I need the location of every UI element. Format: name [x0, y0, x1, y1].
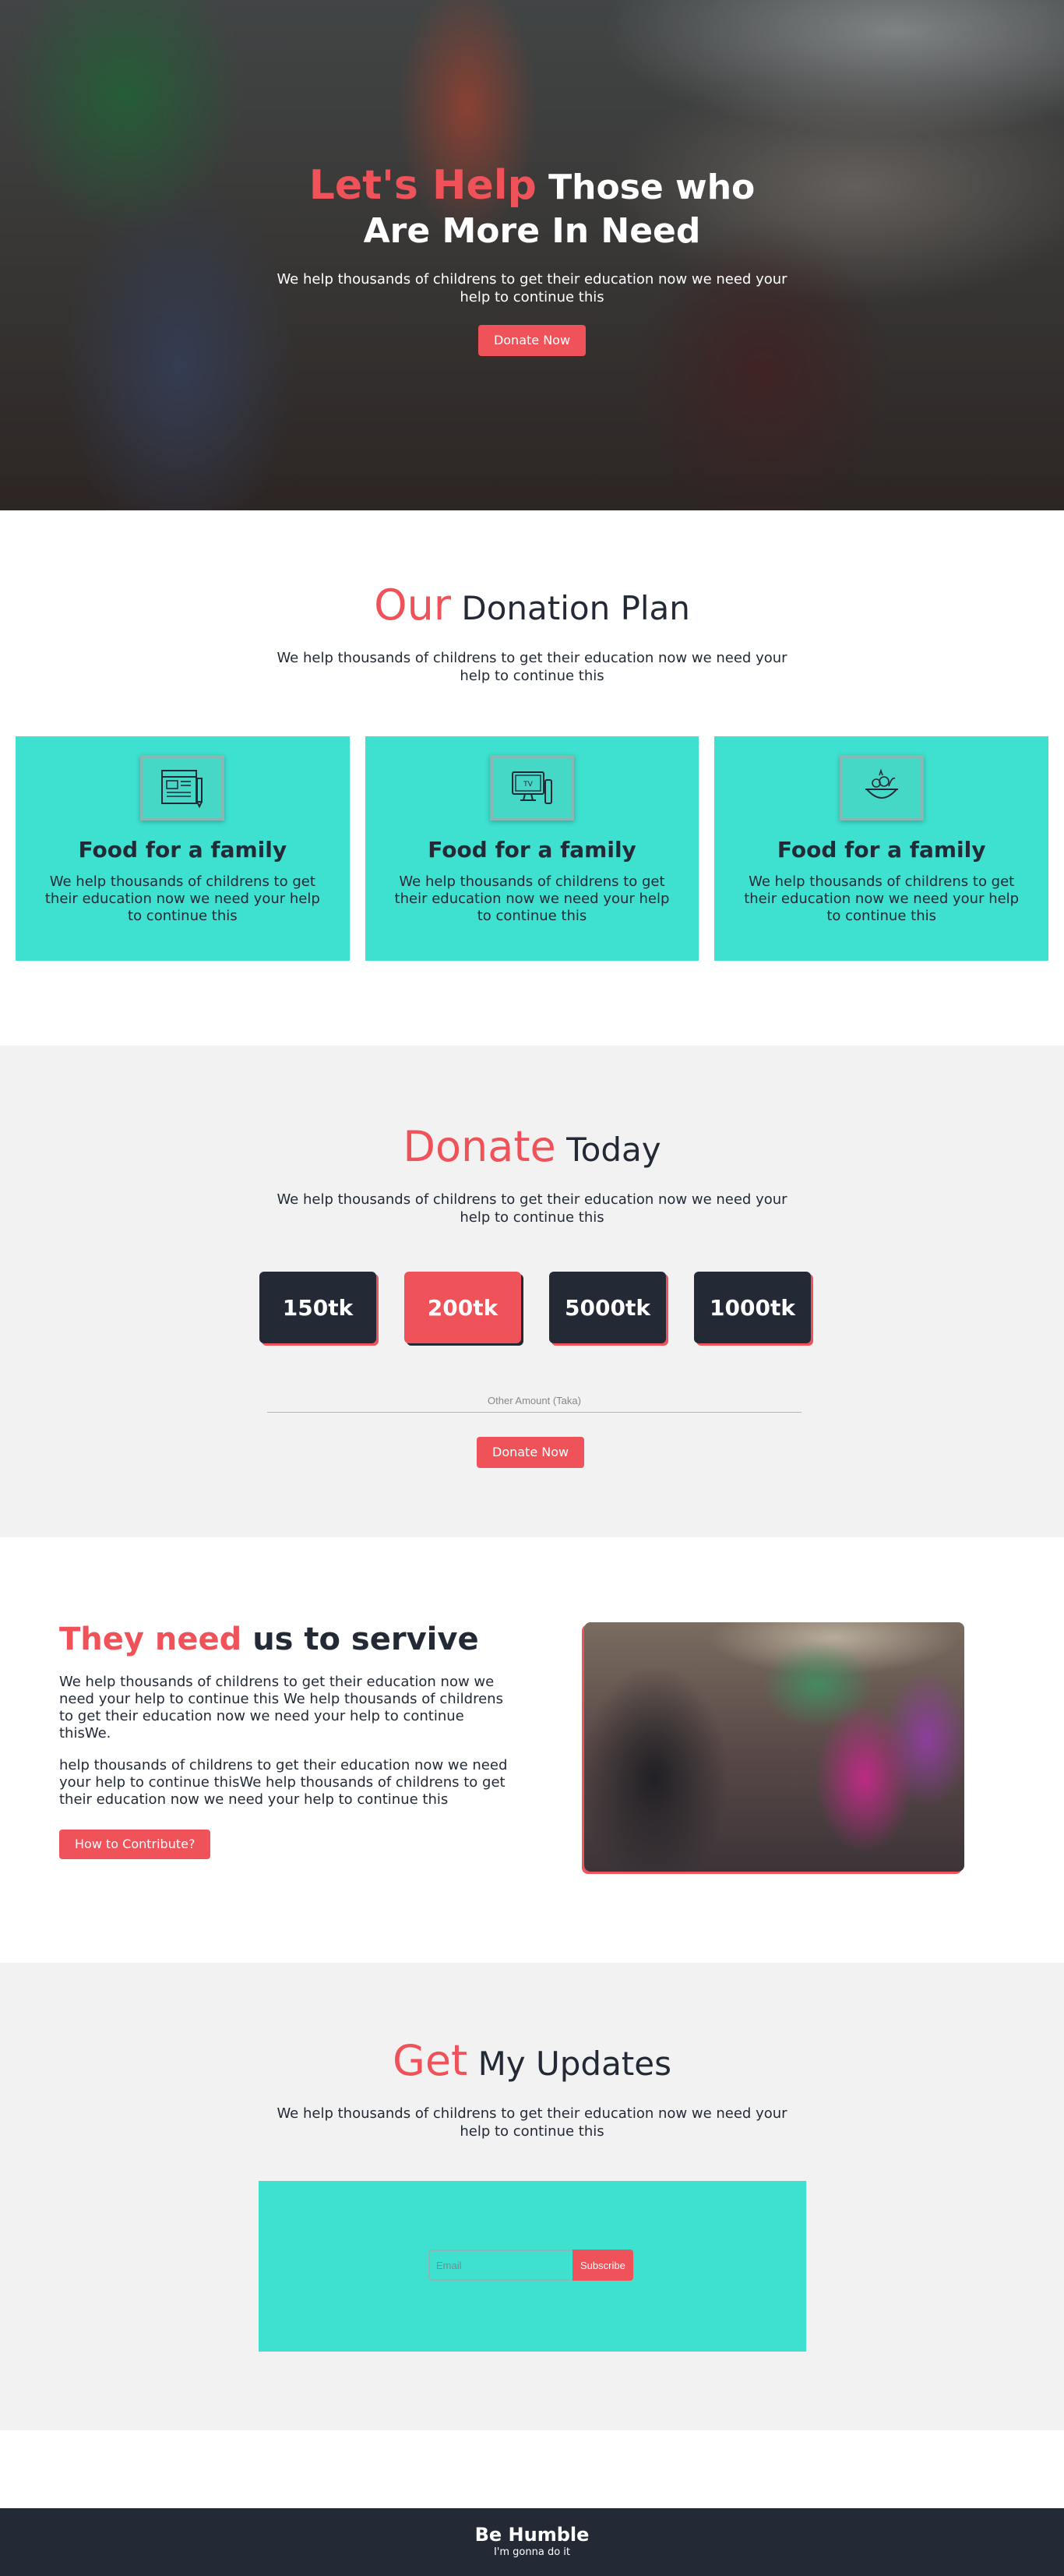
hero-title: Let's Help Those who Are More In Need — [291, 164, 773, 253]
amount-option-5000tk[interactable]: 5000tk — [549, 1272, 666, 1343]
plan-card[interactable]: Food for a family We help thousands of c… — [16, 736, 350, 961]
page: Let's Help Those who Are More In Need We… — [0, 0, 1064, 2576]
subscribe-button[interactable]: Subscribe — [573, 2250, 633, 2281]
need-paragraph-2: help thousands of childrens to get their… — [59, 1757, 508, 1808]
plan-card-title: Food for a family — [428, 837, 636, 863]
plan-card[interactable]: TV Food for a family We help thousands o… — [365, 736, 699, 961]
other-amount-input[interactable] — [267, 1389, 802, 1413]
plan-card-title: Food for a family — [777, 837, 986, 863]
plan-title-accent: Our — [374, 580, 452, 630]
plan-card[interactable]: Food for a family We help thousands of c… — [714, 736, 1049, 961]
updates-title-accent: Get — [392, 2036, 468, 2085]
plan-card-title: Food for a family — [78, 837, 287, 863]
donate-now-button[interactable]: Donate Now — [477, 1437, 585, 1468]
need-photo — [584, 1622, 964, 1872]
plan-title: Our Donation Plan — [0, 582, 1064, 632]
amount-option-200tk[interactable]: 200tk — [404, 1272, 521, 1343]
plan-subtitle: We help thousands of childrens to get th… — [277, 650, 787, 684]
updates-subtitle: We help thousands of childrens to get th… — [277, 2105, 787, 2140]
donate-subtitle: We help thousands of childrens to get th… — [277, 1191, 787, 1226]
hero-section: Let's Help Those who Are More In Need We… — [0, 0, 1064, 510]
donation-plan-section: Our Donation Plan We help thousands of c… — [0, 510, 1064, 1046]
hero-donate-button[interactable]: Donate Now — [477, 325, 587, 356]
need-title-accent: They need — [59, 1621, 242, 1657]
svg-text:TV: TV — [523, 781, 533, 789]
plan-card-text: We help thousands of childrens to get th… — [744, 873, 1020, 924]
plan-title-rest: Donation Plan — [451, 589, 690, 627]
updates-section: Get My Updates We help thousands of chil… — [0, 1963, 1064, 2430]
plan-card-text: We help thousands of childrens to get th… — [394, 873, 670, 924]
need-title-rest: us to servive — [241, 1621, 479, 1657]
they-need-section: They need us to servive We help thousand… — [0, 1537, 1064, 1963]
newspaper-icon — [140, 755, 225, 820]
hero-title-accent: Let's Help — [308, 162, 537, 209]
amount-options: 150tk 200tk 5000tk 1000tk — [259, 1272, 811, 1343]
footer-subtitle: I'm gonna do it — [493, 2546, 571, 2558]
amount-option-1000tk[interactable]: 1000tk — [694, 1272, 811, 1343]
amount-option-150tk[interactable]: 150tk — [259, 1272, 376, 1343]
need-paragraph-1: We help thousands of childrens to get th… — [59, 1674, 503, 1741]
plan-cards: Food for a family We help thousands of c… — [16, 736, 1049, 961]
footer-title: Be Humble — [474, 2524, 590, 2546]
donate-title-accent: Donate — [403, 1122, 556, 1171]
email-input[interactable] — [428, 2250, 573, 2281]
subscribe-form: Subscribe — [428, 2250, 633, 2281]
donate-title-rest: Today — [555, 1131, 661, 1169]
plan-card-text: We help thousands of childrens to get th… — [44, 873, 320, 924]
updates-title-rest: My Updates — [467, 2045, 672, 2083]
subscribe-box: Subscribe — [259, 2181, 806, 2352]
footer: Be Humble I'm gonna do it — [0, 2508, 1064, 2576]
food-bowl-icon — [839, 755, 924, 820]
hero-subtitle: We help thousands of childrens to get th… — [277, 271, 787, 305]
how-to-contribute-button[interactable]: How to Contribute? — [59, 1830, 211, 1859]
donate-section: Donate Today We help thousands of childr… — [0, 1046, 1064, 1537]
tv-icon: TV — [490, 755, 574, 820]
donate-title: Donate Today — [0, 1124, 1064, 1173]
hero-content: Let's Help Those who Are More In Need We… — [0, 164, 1064, 356]
need-title: They need us to servive — [59, 1620, 479, 1659]
updates-title: Get My Updates — [0, 2038, 1064, 2087]
